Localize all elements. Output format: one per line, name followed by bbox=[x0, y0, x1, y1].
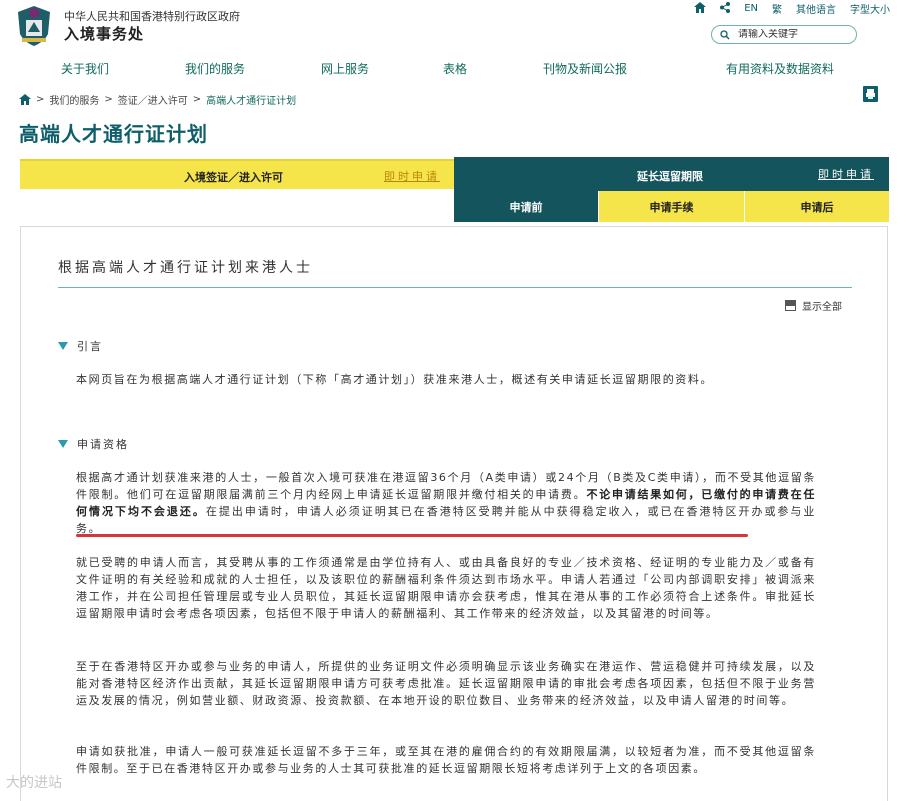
gov-title: 中华人民共和国香港特别行政区政府 bbox=[64, 10, 240, 23]
tab-extension-of-stay[interactable]: 延长逗留期限 即时申请 bbox=[454, 157, 889, 191]
search-icon[interactable] bbox=[720, 29, 730, 40]
expand-all-icon bbox=[785, 300, 796, 311]
nav-services[interactable]: 我们的服务 bbox=[185, 60, 245, 77]
share-icon[interactable] bbox=[720, 1, 731, 16]
home-icon[interactable] bbox=[19, 94, 31, 105]
divider bbox=[58, 287, 852, 288]
breadcrumb: > 我们的服务 > 签证／进入许可 > 高端人才通行证计划 bbox=[19, 92, 296, 107]
red-underline-annotation bbox=[76, 534, 748, 537]
eligibility-paragraph-1: 根据高才通计划获准来港的人士，一般首次入境可获准在港逗留36个月（A类申请）或2… bbox=[76, 469, 816, 537]
tab-entry-visa[interactable]: 入境签证／进入许可 即时申请 bbox=[20, 159, 454, 189]
nav-about[interactable]: 关于我们 bbox=[61, 60, 109, 77]
accordion-intro[interactable]: 引言 bbox=[58, 338, 103, 354]
home-icon[interactable] bbox=[694, 1, 707, 16]
breadcrumb-visa[interactable]: 签证／进入许可 bbox=[118, 92, 188, 107]
tab-extension-label: 延长逗留期限 bbox=[637, 170, 703, 183]
font-size-link[interactable]: 字型大小 bbox=[850, 1, 890, 16]
subtabs: 申请前 申请手续 申请后 bbox=[454, 191, 889, 222]
content-card: 根据高端人才通行证计划来港人士 显示全部 引言 本网页旨在为根据高端人才通行证计… bbox=[20, 226, 888, 801]
chevron-right-icon: > bbox=[192, 94, 202, 105]
search-box bbox=[711, 25, 857, 44]
hkid-logo[interactable] bbox=[14, 4, 54, 48]
accordion-eligibility[interactable]: 申请资格 bbox=[58, 436, 129, 452]
apply-now-link-extension[interactable]: 即时申请 bbox=[818, 166, 874, 182]
accordion-intro-title: 引言 bbox=[77, 340, 103, 353]
nav-publications[interactable]: 刊物及新闻公报 bbox=[543, 60, 627, 77]
nav-useful-info[interactable]: 有用资料及数据资料 bbox=[726, 60, 834, 77]
accordion-eligibility-title: 申请资格 bbox=[77, 438, 129, 451]
search-input[interactable] bbox=[738, 29, 842, 40]
lang-trad-link[interactable]: 繁 bbox=[772, 1, 782, 16]
show-all-label: 显示全部 bbox=[802, 302, 842, 313]
main-nav: 关于我们 我们的服务 网上服务 表格 刊物及新闻公报 有用资料及数据资料 bbox=[0, 60, 900, 76]
eligibility-paragraph-4: 申请如获批准，申请人一般可获准延长逗留不多于三年，或至其在港的雇佣合约的有效期限… bbox=[76, 745, 816, 775]
nav-forms[interactable]: 表格 bbox=[443, 60, 467, 77]
watermark: 大的进站 bbox=[6, 775, 62, 791]
subtab-before-applying[interactable]: 申请前 bbox=[454, 191, 598, 222]
top-links: EN 繁 其他语言 字型大小 bbox=[694, 1, 890, 16]
subtab-after-applying[interactable]: 申请后 bbox=[744, 191, 889, 222]
tab-entry-visa-label: 入境签证／进入许可 bbox=[184, 171, 283, 184]
triangle-down-icon bbox=[58, 342, 68, 350]
page-title: 高端人才通行证计划 bbox=[19, 122, 208, 146]
breadcrumb-services[interactable]: 我们的服务 bbox=[49, 92, 99, 107]
show-all-toggle[interactable]: 显示全部 bbox=[785, 298, 842, 313]
nav-online[interactable]: 网上服务 bbox=[321, 60, 369, 77]
apply-now-link-entry[interactable]: 即时申请 bbox=[384, 168, 440, 184]
subtab-procedure[interactable]: 申请手续 bbox=[598, 191, 744, 222]
chevron-right-icon: > bbox=[104, 94, 113, 105]
eligibility-paragraph-2: 就已受聘的申请人而言，其受聘从事的工作须通常是由学位持有人、或由具备良好的专业／… bbox=[76, 556, 816, 620]
breadcrumb-current: 高端人才通行证计划 bbox=[206, 96, 297, 107]
eligibility-paragraph-3: 至于在香港特区开办或参与业务的申请人，所提供的业务证明文件必须明确显示该业务确实… bbox=[76, 660, 816, 707]
chevron-right-icon: > bbox=[36, 94, 45, 105]
lang-en-link[interactable]: EN bbox=[744, 3, 758, 14]
triangle-down-icon bbox=[58, 440, 68, 448]
dept-title[interactable]: 入境事务处 bbox=[64, 23, 144, 44]
intro-paragraph: 本网页旨在为根据高端人才通行证计划（下称「高才通计划」）获准来港人士，概述有关申… bbox=[76, 373, 714, 386]
section-heading: 根据高端人才通行证计划来港人士 bbox=[58, 260, 313, 276]
print-icon[interactable] bbox=[863, 86, 878, 102]
other-lang-link[interactable]: 其他语言 bbox=[796, 1, 836, 16]
